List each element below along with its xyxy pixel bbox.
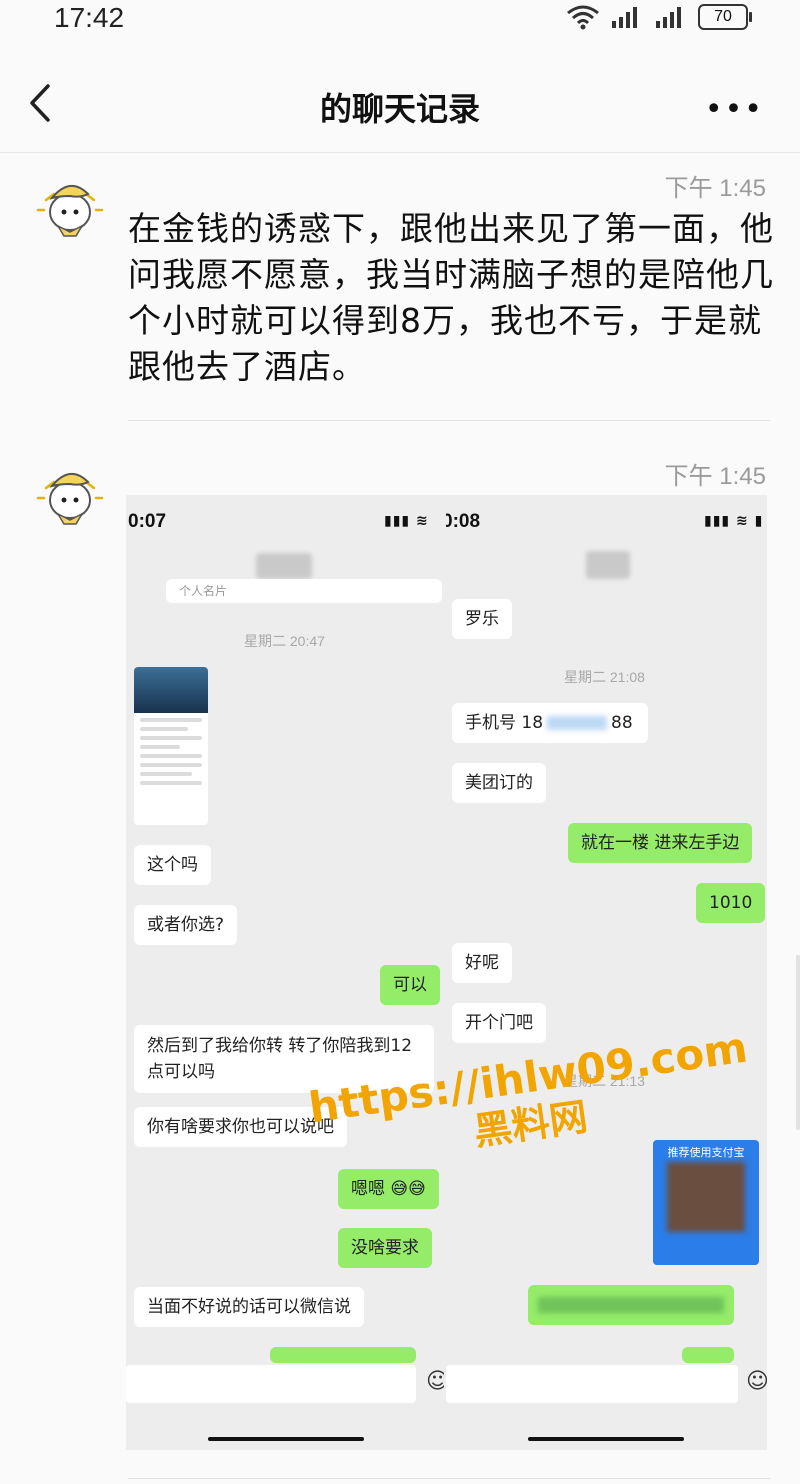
page-title: 的聊天记录 — [319, 90, 480, 128]
message-time: 下午 1:45 — [664, 175, 766, 202]
pay-card-title: 推荐使用支付宝 — [667, 1146, 745, 1159]
message-time: 下午 1:45 — [664, 463, 766, 490]
signal-icon-2 — [656, 7, 681, 28]
chat-bubble: 这个吗 — [134, 845, 211, 885]
contact-card-label: 个人名片 — [179, 584, 228, 598]
chat-bubble: 或者你选? — [134, 905, 238, 945]
chat-bubble: 罗乐 — [452, 599, 512, 639]
signal-icon — [612, 7, 637, 28]
screenshot-left-pane: 0:07 ▮▮▮ ≋ 个人名片 星期二 20:47 这个吗 或者你选? 可以 然… — [126, 495, 444, 1450]
battery-icon: 70 — [698, 4, 752, 30]
avatar[interactable] — [34, 170, 106, 242]
chat-header — [446, 543, 767, 589]
chat-bubble-text: 88 — [611, 713, 633, 733]
chat-screenshot-image[interactable]: 0:07 ▮▮▮ ≋ 个人名片 星期二 20:47 这个吗 或者你选? 可以 然… — [126, 495, 767, 1450]
more-options-icon[interactable]: ••• — [705, 92, 764, 127]
emoji-icon: 😅😅 — [390, 1179, 426, 1199]
chat-bubble-sent-partial — [270, 1347, 416, 1363]
chat-bubble-text: 手机号 18 — [465, 713, 544, 733]
scrollbar[interactable] — [796, 955, 800, 1130]
nav-separator — [0, 152, 800, 153]
chat-input[interactable] — [446, 1365, 738, 1403]
chat-bubble-sent: 可以 — [380, 965, 440, 1005]
contact-card-bubble: 个人名片 — [166, 579, 442, 603]
chat-bubble-sent: 1010 — [696, 883, 766, 923]
chat-bubble: 好呢 — [452, 943, 512, 983]
phone-status-time: 0:08 — [446, 511, 481, 532]
home-indicator — [208, 1437, 364, 1441]
blurred-contact-name — [256, 553, 312, 579]
avatar[interactable] — [34, 458, 106, 530]
chat-bubble: 美团订的 — [452, 763, 546, 803]
chat-bubble: 当面不好说的话可以微信说 — [134, 1287, 364, 1327]
chat-time-divider: 星期二 21:08 — [564, 669, 645, 685]
nav-bar: 的聊天记录 ••• — [0, 56, 800, 152]
home-indicator — [528, 1437, 684, 1441]
chat-bubble-text: 嗯嗯 — [351, 1179, 385, 1199]
chat-bubble: 手机号 18 88 — [452, 703, 648, 743]
phone-status-time: 0:07 — [128, 511, 167, 532]
chat-bubble-sent: 嗯嗯 😅😅 — [338, 1169, 439, 1209]
chat-time-divider: 星期二 20:47 — [244, 633, 325, 649]
hotel-thumbnail — [134, 667, 208, 713]
status-time: 17:42 — [54, 2, 125, 33]
message-text[interactable]: 在金钱的诱惑下，跟他出来见了第一面，他问我愿不愿意，我当时满脑子想的是陪他几个小… — [128, 206, 778, 390]
blurred-phone-number — [547, 716, 608, 730]
chat-bubble-sent: 没啥要求 — [338, 1228, 432, 1268]
blurred-sent-bubble — [528, 1285, 734, 1325]
hotel-link-card[interactable] — [134, 667, 208, 825]
chat-bubble-sent-partial — [682, 1347, 734, 1363]
status-bar: 17:42 70 — [0, 0, 800, 40]
chat-bubble: 开个门吧 — [452, 1003, 546, 1043]
status-icons: 70 — [566, 4, 752, 30]
chat-input[interactable] — [126, 1365, 416, 1403]
phone-signal-icon: ▮▮▮ ≋ — [384, 513, 429, 529]
message-divider — [128, 1478, 770, 1479]
chat-bubble-sent: 就在一楼 进来左手边 — [568, 823, 753, 863]
emoji-button-icon[interactable]: ☺ — [426, 1369, 444, 1394]
phone-signal-icon: ▮▮▮ ≋ ▮ — [704, 513, 764, 529]
blurred-contact-name — [586, 551, 630, 579]
emoji-button-icon[interactable]: ☺ — [746, 1369, 767, 1394]
screenshot-right-pane: 0:08 ▮▮▮ ≋ ▮ 罗乐 星期二 21:08 手机号 18 88 美团订的 … — [446, 495, 767, 1450]
blurred-qr-code — [667, 1162, 745, 1232]
alipay-payment-card[interactable]: 推荐使用支付宝 — [653, 1140, 759, 1265]
message-divider — [128, 420, 770, 421]
wifi-icon — [567, 5, 599, 30]
